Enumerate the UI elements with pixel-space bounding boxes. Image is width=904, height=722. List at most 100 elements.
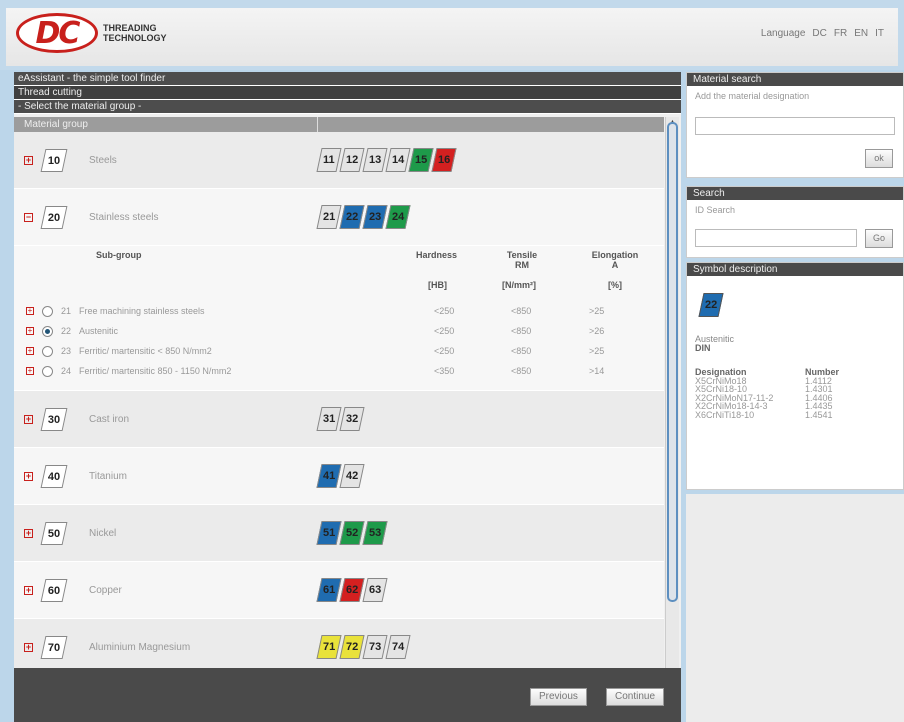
continue-button[interactable]: Continue [606, 688, 665, 706]
language-it[interactable]: IT [875, 28, 884, 39]
group-row-50[interactable]: + 50 Nickel 51 52 53 [14, 505, 664, 562]
material-search-input[interactable] [695, 117, 895, 135]
subgroup-tile-22[interactable]: 22 [339, 205, 365, 229]
subgroup-tile-23[interactable]: 23 [362, 205, 388, 229]
hardness-value: <250 [434, 346, 455, 356]
subgroup-tiles: 51 52 53 [316, 521, 388, 545]
subgroup-radio-23[interactable] [42, 345, 53, 357]
expand-icon[interactable]: + [24, 414, 33, 424]
subgroup-radio-22[interactable] [42, 325, 53, 337]
subgroup-tile-14[interactable]: 14 [385, 148, 411, 172]
scroll-thumb[interactable] [667, 122, 678, 602]
list-header: Material group [14, 117, 664, 132]
designation-row: X6CrNiTi18-10 1.4541 [695, 409, 833, 420]
expand-icon[interactable]: + [26, 327, 34, 335]
subgroup-tile-41[interactable]: 41 [316, 464, 342, 488]
subgroup-row-21[interactable]: + 21 Free machining stainless steels <25… [14, 302, 664, 320]
main-panel: eAssistant - the simple tool finder Thre… [14, 72, 681, 722]
subgroup-tile-31[interactable]: 31 [316, 407, 342, 431]
group-row-20[interactable]: − 20 Stainless steels 21 22 23 24 [14, 189, 664, 246]
language-en[interactable]: EN [854, 28, 868, 39]
elongation-unit: [%] [608, 280, 622, 290]
subgroup-tile-21[interactable]: 21 [316, 205, 342, 229]
expand-icon[interactable]: + [26, 307, 34, 315]
subgroup-tile-73[interactable]: 73 [362, 635, 388, 659]
subgroup-tile-71[interactable]: 71 [316, 635, 342, 659]
hardness-value: <250 [434, 306, 455, 316]
designation-table: Designation Number X5CrNiMo18 1.4112 X5Cr… [695, 368, 855, 419]
expand-icon[interactable]: + [24, 528, 33, 538]
expand-icon[interactable]: + [24, 585, 33, 595]
id-search-go-button[interactable]: Go [865, 229, 893, 248]
subgroup-tile-61[interactable]: 61 [316, 578, 342, 602]
group-name: Steels [89, 154, 117, 166]
language-dc[interactable]: DC [812, 28, 826, 39]
group-row-30[interactable]: + 30 Cast iron 31 32 [14, 391, 664, 448]
elongation-col-header: Elongation [591, 250, 639, 260]
logo[interactable]: DC THREADING TECHNOLOGY [16, 13, 167, 53]
header: DC THREADING TECHNOLOGY Language DC FR E… [0, 0, 904, 70]
subgroup-name: Ferritic/ martensitic 850 - 1150 N/mm2 [79, 366, 232, 376]
subgroup-tile-63[interactable]: 63 [362, 578, 388, 602]
group-row-40[interactable]: + 40 Titanium 41 42 [14, 448, 664, 505]
subgroup-tile-53[interactable]: 53 [362, 521, 388, 545]
subgroup-tile-51[interactable]: 51 [316, 521, 342, 545]
logo-line-1: THREADING [103, 23, 157, 33]
subgroup-tile-15[interactable]: 15 [408, 148, 434, 172]
subgroup-row-22[interactable]: + 22 Austenitic <250 <850 >26 [14, 322, 664, 340]
subgroup-tiles: 41 42 [316, 464, 365, 488]
hardness-col-header: Hardness [416, 250, 458, 260]
group-row-10[interactable]: + 10 Steels 11 12 13 14 15 16 [14, 132, 664, 189]
subgroup-radio-24[interactable] [42, 365, 53, 377]
subgroup-name: Free machining stainless steels [79, 306, 205, 316]
vertical-scrollbar[interactable]: ▲ ▼ [665, 117, 679, 707]
group-code-tile: 30 [40, 407, 68, 431]
expand-icon[interactable]: + [24, 471, 33, 481]
subgroup-row-23[interactable]: + 23 Ferritic/ martensitic < 850 N/mm2 <… [14, 342, 664, 360]
subgroup-tile-52[interactable]: 52 [339, 521, 365, 545]
subgroup-tile-62[interactable]: 62 [339, 578, 365, 602]
previous-button[interactable]: Previous [530, 688, 587, 706]
subgroup-tile-42[interactable]: 42 [339, 464, 365, 488]
subgroup-tile-72[interactable]: 72 [339, 635, 365, 659]
symbol-standard: DIN [695, 343, 711, 353]
id-search-input[interactable] [695, 229, 857, 247]
material-search-panel: Material search Add the material designa… [686, 72, 904, 178]
subgroup-number: 22 [61, 326, 72, 336]
subgroup-radio-21[interactable] [42, 305, 53, 317]
subgroup-tile-32[interactable]: 32 [339, 407, 365, 431]
subgroup-tile-16[interactable]: 16 [431, 148, 457, 172]
expand-icon[interactable]: + [26, 347, 34, 355]
expand-icon[interactable]: + [26, 367, 34, 375]
subgroup-row-24[interactable]: + 24 Ferritic/ martensitic 850 - 1150 N/… [14, 362, 664, 380]
search-title: Search [687, 187, 903, 200]
symbol-description-title: Symbol description [687, 263, 903, 276]
hardness-value: <250 [434, 326, 455, 336]
subgroup-tile-24[interactable]: 24 [385, 205, 411, 229]
language-fr[interactable]: FR [834, 28, 847, 39]
group-code-tile: 10 [40, 148, 68, 172]
subgroup-tile-74[interactable]: 74 [385, 635, 411, 659]
language-selector: Language DC FR EN IT [761, 28, 884, 39]
search-panel: Search ID Search Go [686, 186, 904, 258]
elongation-value: >14 [589, 366, 605, 376]
panel-instruction: - Select the material group - [14, 100, 681, 114]
tensile-col-header: Tensile [506, 250, 538, 260]
subgroup-table: Sub-group Hardness Tensile RM Elongation… [14, 246, 664, 391]
expand-icon[interactable]: + [24, 155, 33, 165]
material-search-ok-button[interactable]: ok [865, 149, 893, 168]
group-row-60[interactable]: + 60 Copper 61 62 63 [14, 562, 664, 619]
subgroup-tile-11[interactable]: 11 [316, 148, 342, 172]
expand-icon[interactable]: + [24, 642, 33, 652]
subgroup-tile-13[interactable]: 13 [362, 148, 388, 172]
subgroup-tile-12[interactable]: 12 [339, 148, 365, 172]
group-name: Cast iron [89, 413, 130, 425]
list-header-label: Material group [24, 117, 318, 132]
subgroup-tiles: 21 22 23 24 [316, 205, 411, 229]
collapse-icon[interactable]: − [24, 212, 33, 222]
header-bar: DC THREADING TECHNOLOGY Language DC FR E… [6, 8, 898, 66]
tensile-unit: [N/mm²] [502, 280, 536, 290]
panel-title: eAssistant - the simple tool finder [14, 72, 681, 86]
material-search-title: Material search [687, 73, 903, 86]
group-name: Titanium [89, 470, 127, 482]
